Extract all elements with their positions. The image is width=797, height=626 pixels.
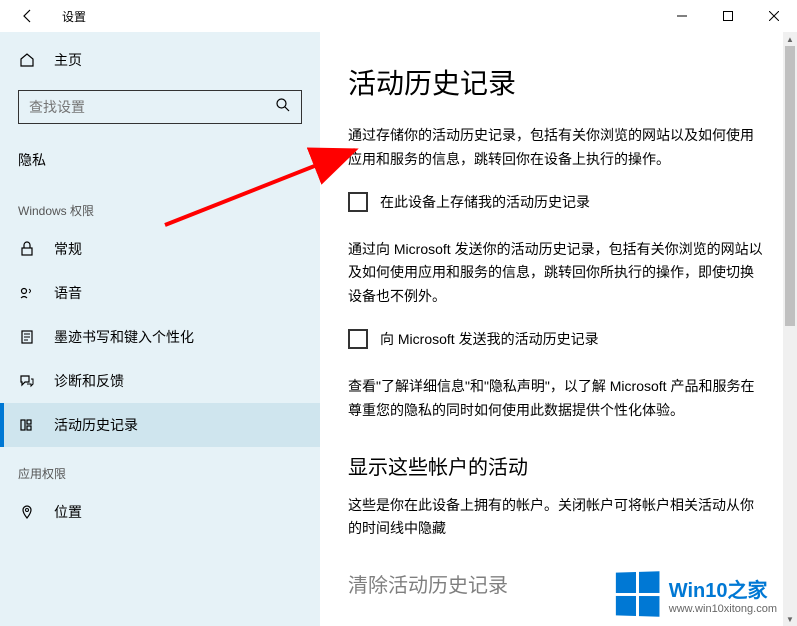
content-area: 活动历史记录 通过存储你的活动历史记录，包括有关你浏览的网站以及如何使用应用和服… bbox=[320, 32, 797, 626]
minimize-button[interactable] bbox=[659, 0, 705, 32]
nav-speech[interactable]: 语音 bbox=[0, 271, 320, 315]
speech-icon bbox=[18, 284, 36, 302]
watermark-url: www.win10xitong.com bbox=[669, 603, 777, 615]
search-icon bbox=[275, 97, 291, 118]
description-2: 通过向 Microsoft 发送你的活动历史记录，包括有关你浏览的网站以及如何使… bbox=[348, 238, 767, 309]
scroll-thumb[interactable] bbox=[785, 46, 795, 326]
checkbox-store-local[interactable] bbox=[348, 192, 368, 212]
nav-inking[interactable]: 墨迹书写和键入个性化 bbox=[0, 315, 320, 359]
sidebar: 主页 隐私 Windows 权限 常规 语音 bbox=[0, 32, 320, 626]
nav-diagnostics[interactable]: 诊断和反馈 bbox=[0, 359, 320, 403]
checkbox-store-local-label: 在此设备上存储我的活动历史记录 bbox=[380, 192, 590, 212]
page-title: 活动历史记录 bbox=[348, 62, 767, 102]
close-button[interactable] bbox=[751, 0, 797, 32]
nav-label: 活动历史记录 bbox=[54, 415, 138, 435]
nav-location[interactable]: 位置 bbox=[0, 490, 320, 534]
section-privacy: 隐私 bbox=[0, 142, 320, 184]
checkbox-send-microsoft-label: 向 Microsoft 发送我的活动历史记录 bbox=[380, 329, 599, 349]
description-1: 通过存储你的活动历史记录，包括有关你浏览的网站以及如何使用应用和服务的信息，跳转… bbox=[348, 124, 767, 172]
windows-logo-icon bbox=[616, 571, 660, 616]
checkbox-send-microsoft[interactable] bbox=[348, 329, 368, 349]
subtitle-accounts: 显示这些帐户的活动 bbox=[348, 451, 767, 480]
nav-label: 位置 bbox=[54, 502, 82, 522]
nav-label: 诊断和反馈 bbox=[54, 371, 124, 391]
nav-general[interactable]: 常规 bbox=[0, 227, 320, 271]
nav-label: 常规 bbox=[54, 239, 82, 259]
clipboard-icon bbox=[18, 328, 36, 346]
watermark-brand: Win10之家 bbox=[669, 574, 777, 603]
home-icon bbox=[18, 51, 36, 69]
history-icon bbox=[18, 416, 36, 434]
section-windows-perms: Windows 权限 bbox=[0, 184, 320, 227]
home-label: 主页 bbox=[54, 50, 82, 70]
search-box[interactable] bbox=[18, 90, 302, 124]
description-4: 这些是你在此设备上拥有的帐户。关闭帐户可将帐户相关活动从你的时间线中隐藏 bbox=[348, 494, 767, 542]
lock-icon bbox=[18, 240, 36, 258]
nav-label: 语音 bbox=[54, 283, 82, 303]
scroll-up[interactable]: ▲ bbox=[783, 32, 797, 46]
watermark: Win10之家 www.win10xitong.com bbox=[615, 572, 777, 616]
scrollbar[interactable]: ▲ ▼ bbox=[783, 32, 797, 626]
section-app-perms: 应用权限 bbox=[0, 447, 320, 490]
maximize-button[interactable] bbox=[705, 0, 751, 32]
search-input[interactable] bbox=[29, 99, 275, 115]
location-icon bbox=[18, 503, 36, 521]
nav-label: 墨迹书写和键入个性化 bbox=[54, 327, 194, 347]
window-title: 设置 bbox=[62, 8, 86, 25]
nav-activity-history[interactable]: 活动历史记录 bbox=[0, 403, 320, 447]
home-nav[interactable]: 主页 bbox=[0, 40, 320, 80]
description-3: 查看"了解详细信息"和"隐私声明"，以了解 Microsoft 产品和服务在尊重… bbox=[348, 375, 767, 423]
scroll-down[interactable]: ▼ bbox=[783, 612, 797, 626]
feedback-icon bbox=[18, 372, 36, 390]
back-button[interactable] bbox=[12, 0, 44, 32]
